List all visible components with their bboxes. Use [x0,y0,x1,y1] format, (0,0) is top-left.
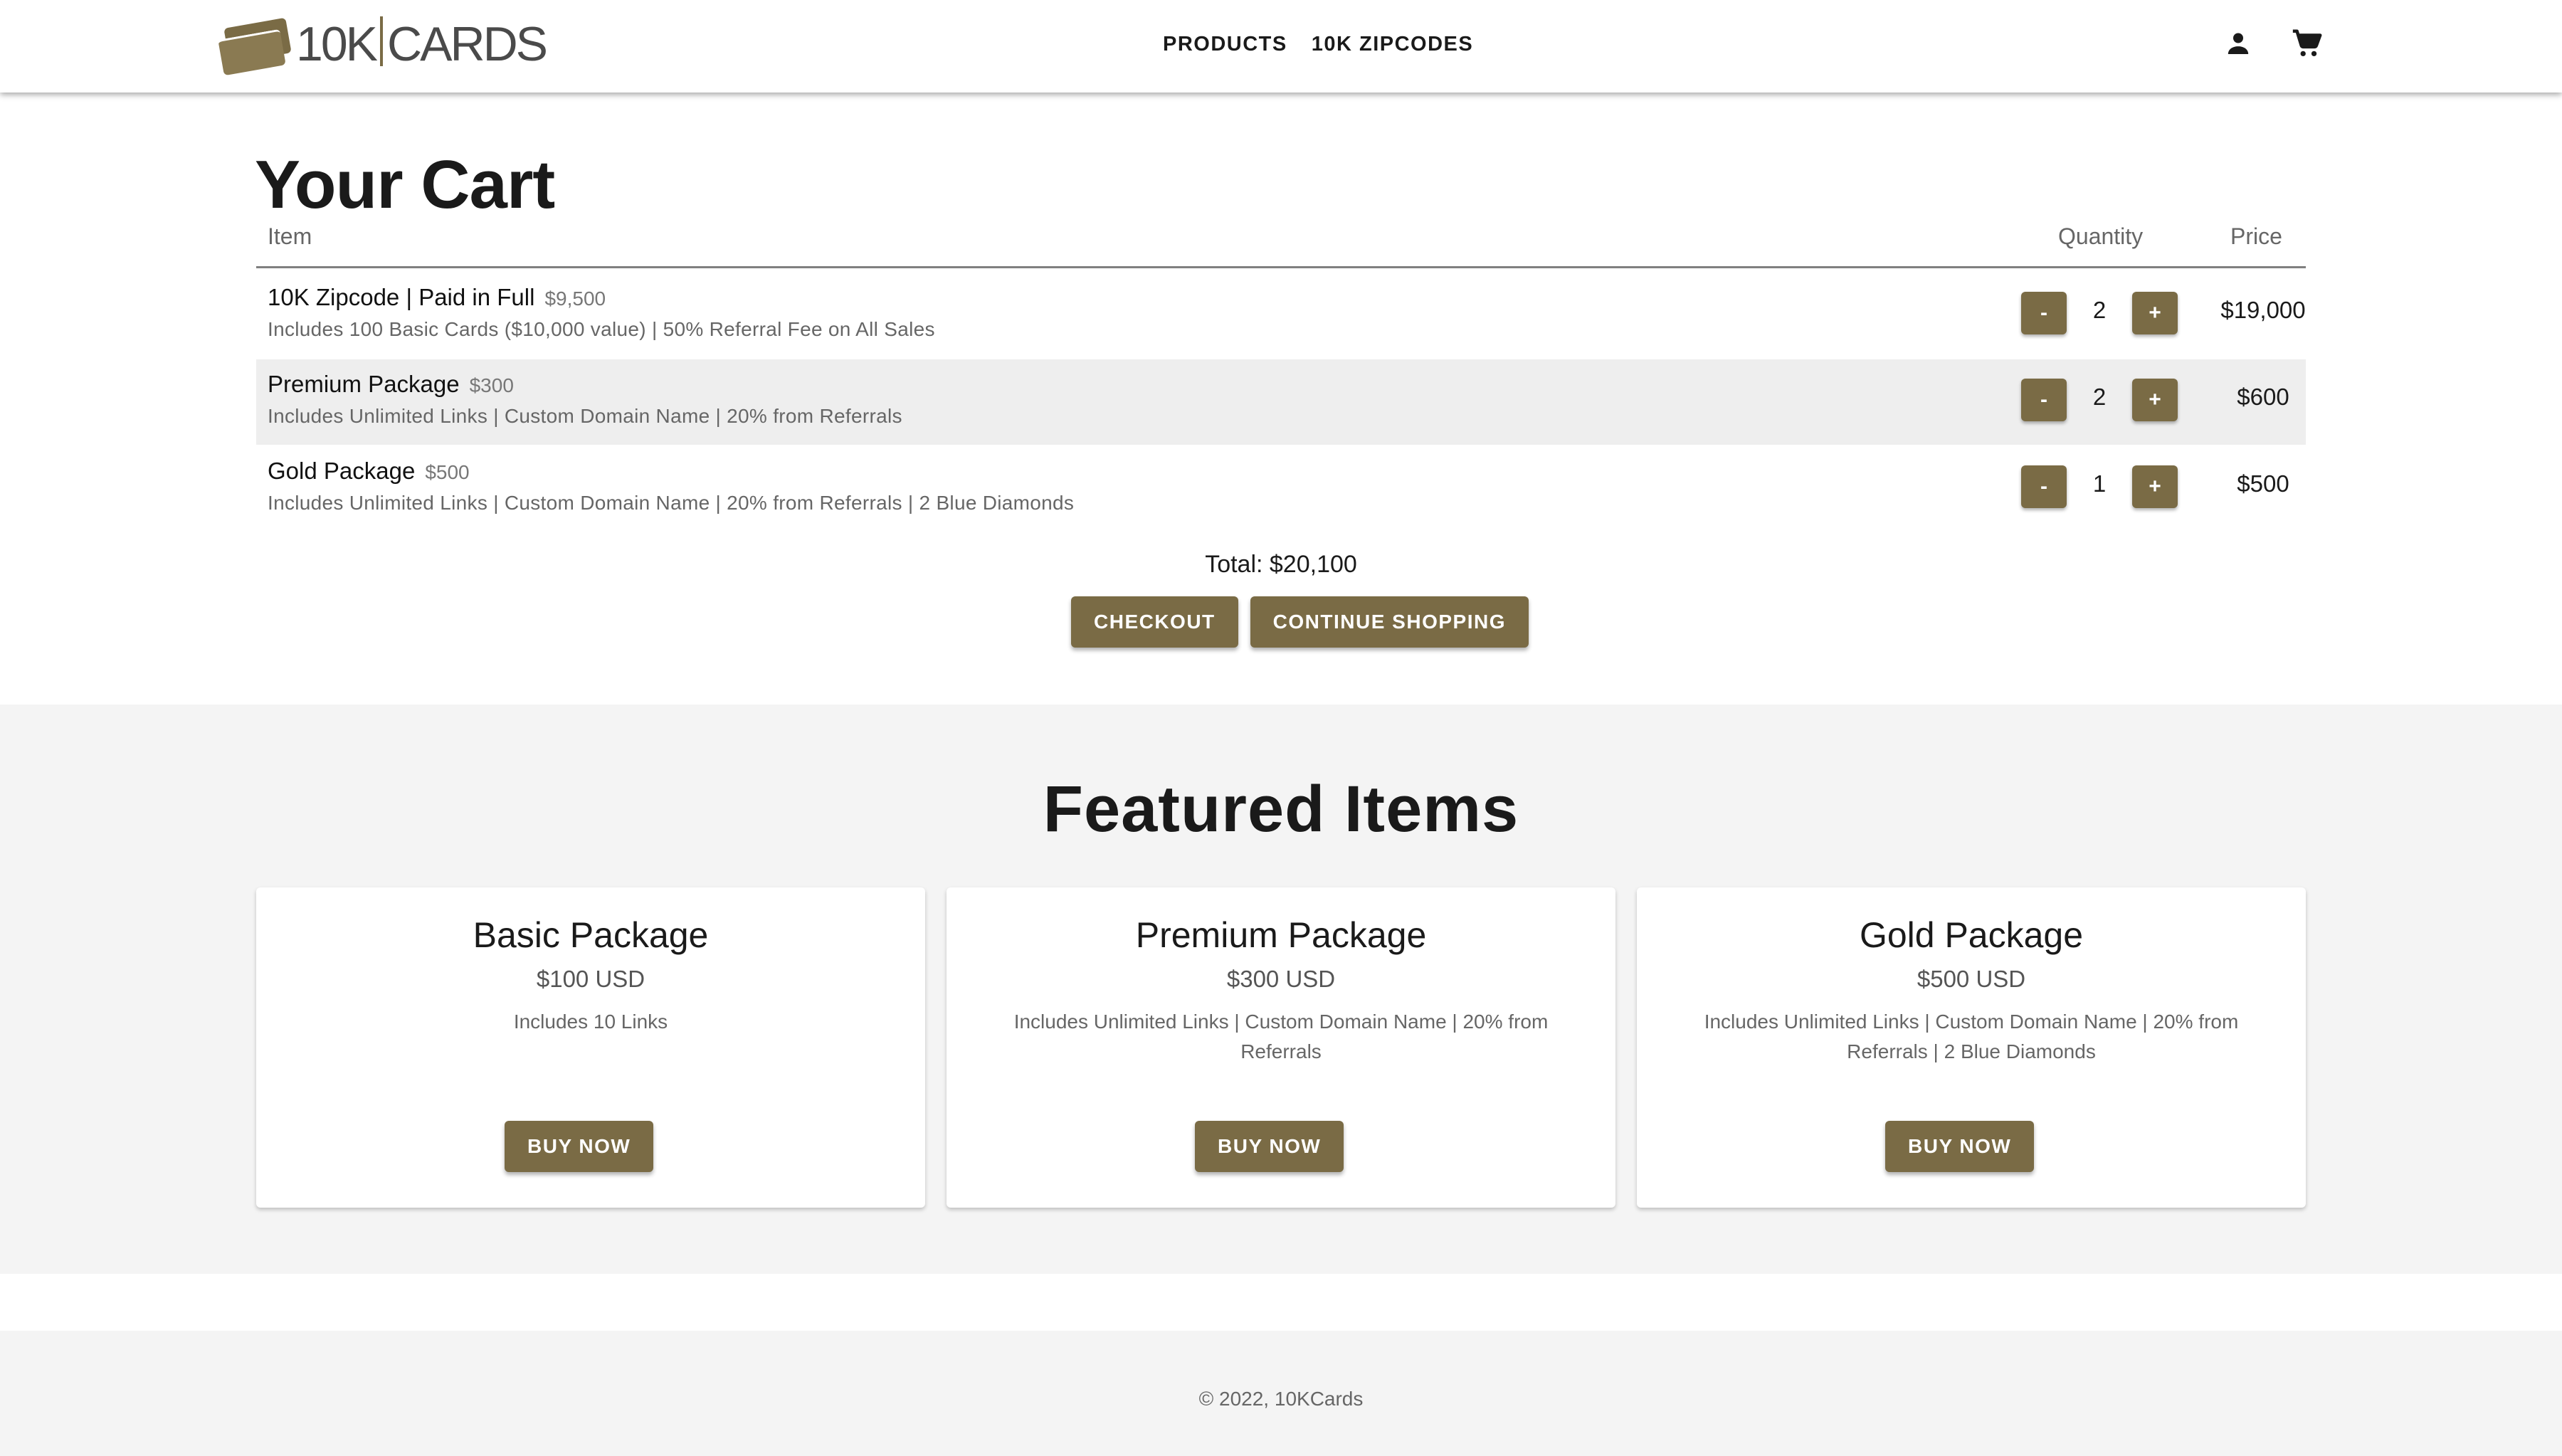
card-name: Gold Package [1859,915,2084,955]
footer: © 2022, 10KCards [0,1331,2562,1456]
featured-section: Featured Items Basic Package $100 USD In… [0,705,2562,1274]
card-price: $500 USD [1917,966,2026,992]
item-total-price: $500 [2237,470,2289,497]
cart-table-header: Item Quantity Price [256,221,2306,268]
cart-row: Premium Package $300 Includes Unlimited L… [256,359,2306,445]
continue-shopping-button[interactable]: CONTINUE SHOPPING [1250,596,1529,648]
buy-now-button[interactable]: BUY NOW [505,1121,654,1172]
cart-row: 10K Zipcode | Paid in Full $9,500 Include… [256,273,2306,358]
cards-logo-icon [218,17,292,76]
nav-10k-zipcodes[interactable]: 10K ZIPCODES [1312,28,1474,60]
card-price: $300 USD [1226,966,1336,992]
card-description: Includes 10 Links [513,1011,668,1033]
item-total-price: $19,000 [2220,297,2306,323]
checkout-button[interactable]: CHECKOUT [1071,596,1238,648]
cart-icon[interactable] [2287,24,2326,63]
decrease-quantity-button[interactable]: - [2021,292,2067,334]
column-item: Item [268,223,312,249]
main-nav: PRODUCTS 10K ZIPCODES [1163,28,1473,60]
card-price: $100 USD [536,966,645,992]
copyright-text: © 2022, 10KCards [1198,1388,1364,1410]
cart-total: Total: $20,100 [1205,551,1357,578]
quantity-value: 1 [2092,470,2107,497]
header-icons [2219,24,2326,63]
item-total-price: $600 [2237,384,2289,410]
cart-row: Gold Package $500 Includes Unlimited Link… [256,446,2306,532]
item-name: 10K Zipcode | Paid in Full [268,284,535,310]
item-description: Includes Unlimited Links | Custom Domain… [268,492,1075,514]
card-description: Includes Unlimited Links | Custom Domain… [1013,1011,1549,1062]
item-description: Includes 100 Basic Cards ($10,000 value)… [268,318,935,340]
quantity-value: 2 [2092,297,2107,323]
increase-quantity-button[interactable]: + [2132,465,2178,508]
card-description: Includes Unlimited Links | Custom Domain… [1704,1011,2239,1062]
account-icon[interactable] [2219,24,2257,63]
quantity-value: 2 [2092,384,2107,410]
item-name: Gold Package [268,458,416,484]
item-unit-price: $9,500 [544,287,606,310]
card-name: Basic Package [473,915,709,955]
featured-title: Featured Items [1043,773,1519,845]
column-price: Price [2230,223,2282,249]
buy-now-button[interactable]: BUY NOW [1885,1121,2035,1172]
product-card: Premium Package $300 USD Includes Unlimi… [947,887,1615,1208]
item-name: Premium Package [268,371,460,397]
decrease-quantity-button[interactable]: - [2021,465,2067,508]
top-header: 10K CARDS PRODUCTS 10K ZIPCODES [0,0,2562,93]
item-unit-price: $500 [425,461,470,483]
decrease-quantity-button[interactable]: - [2021,379,2067,421]
item-description: Includes Unlimited Links | Custom Domain… [268,405,902,427]
card-name: Premium Package [1135,915,1427,955]
product-card: Gold Package $500 USD Includes Unlimited… [1637,887,2306,1208]
cart-title: Your Cart [255,147,555,223]
buy-now-button[interactable]: BUY NOW [1195,1121,1344,1172]
increase-quantity-button[interactable]: + [2132,379,2178,421]
logo[interactable]: 10K CARDS [218,16,548,76]
cart-actions: CHECKOUT CONTINUE SHOPPING [1071,596,1529,648]
product-card: Basic Package $100 USD Includes 10 Links… [256,887,925,1208]
increase-quantity-button[interactable]: + [2132,292,2178,334]
logo-text: 10K CARDS [296,16,548,71]
column-quantity: Quantity [2058,223,2144,249]
item-unit-price: $300 [469,374,514,396]
nav-products[interactable]: PRODUCTS [1163,28,1287,60]
